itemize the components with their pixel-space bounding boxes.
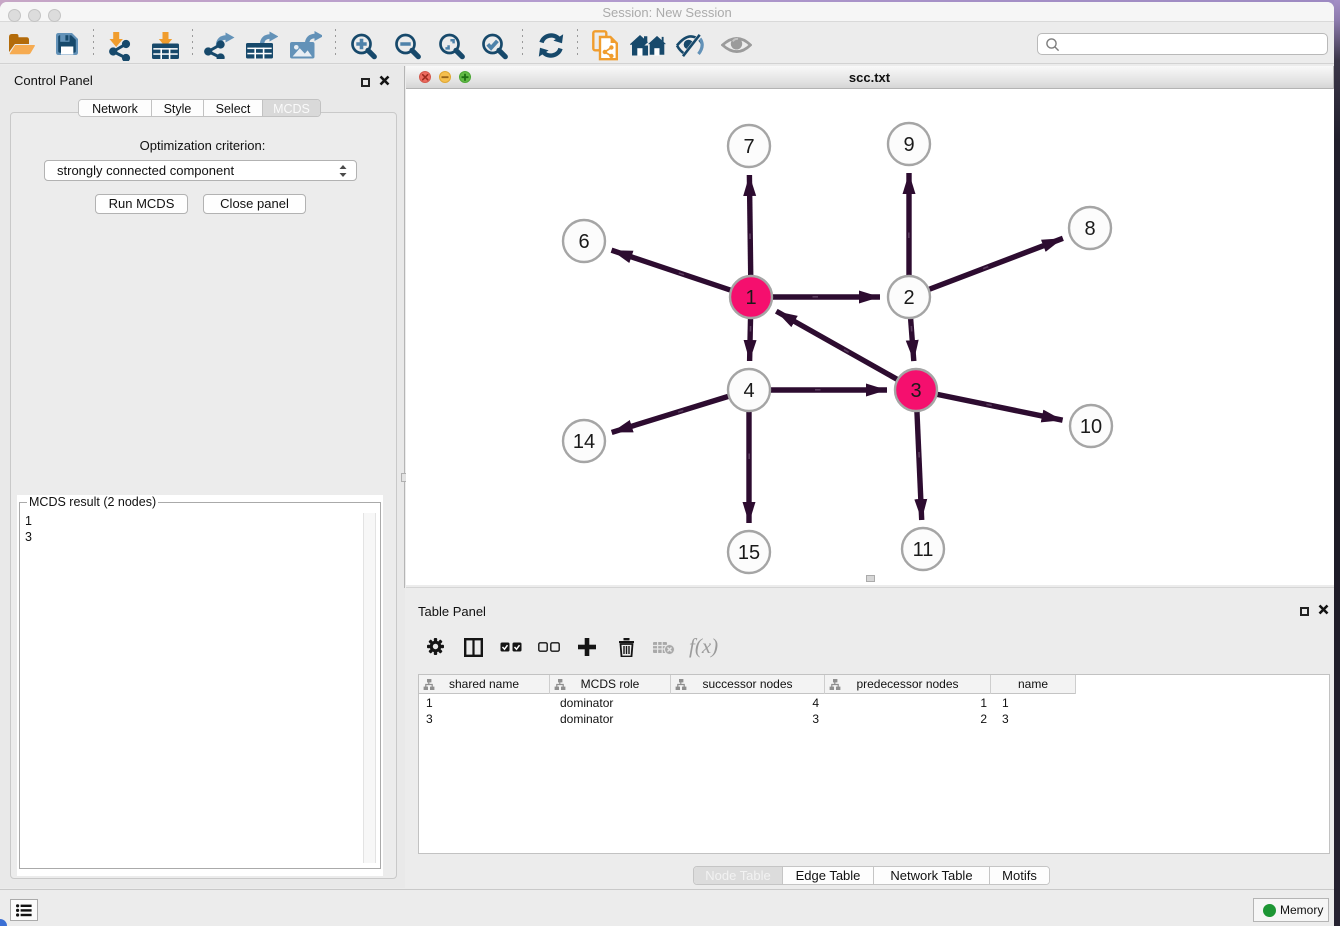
svg-text:11: 11 bbox=[913, 539, 934, 561]
svg-text:1: 1 bbox=[745, 287, 756, 309]
svg-text:4: 4 bbox=[743, 380, 754, 402]
svg-text:15: 15 bbox=[738, 542, 760, 564]
svg-text:9: 9 bbox=[903, 134, 914, 156]
svg-text:7: 7 bbox=[743, 136, 754, 158]
svg-text:8: 8 bbox=[1084, 218, 1095, 240]
svg-text:2: 2 bbox=[903, 287, 914, 309]
svg-text:14: 14 bbox=[573, 431, 595, 453]
svg-text:6: 6 bbox=[578, 231, 589, 253]
svg-text:10: 10 bbox=[1080, 416, 1102, 438]
svg-text:3: 3 bbox=[910, 380, 921, 402]
